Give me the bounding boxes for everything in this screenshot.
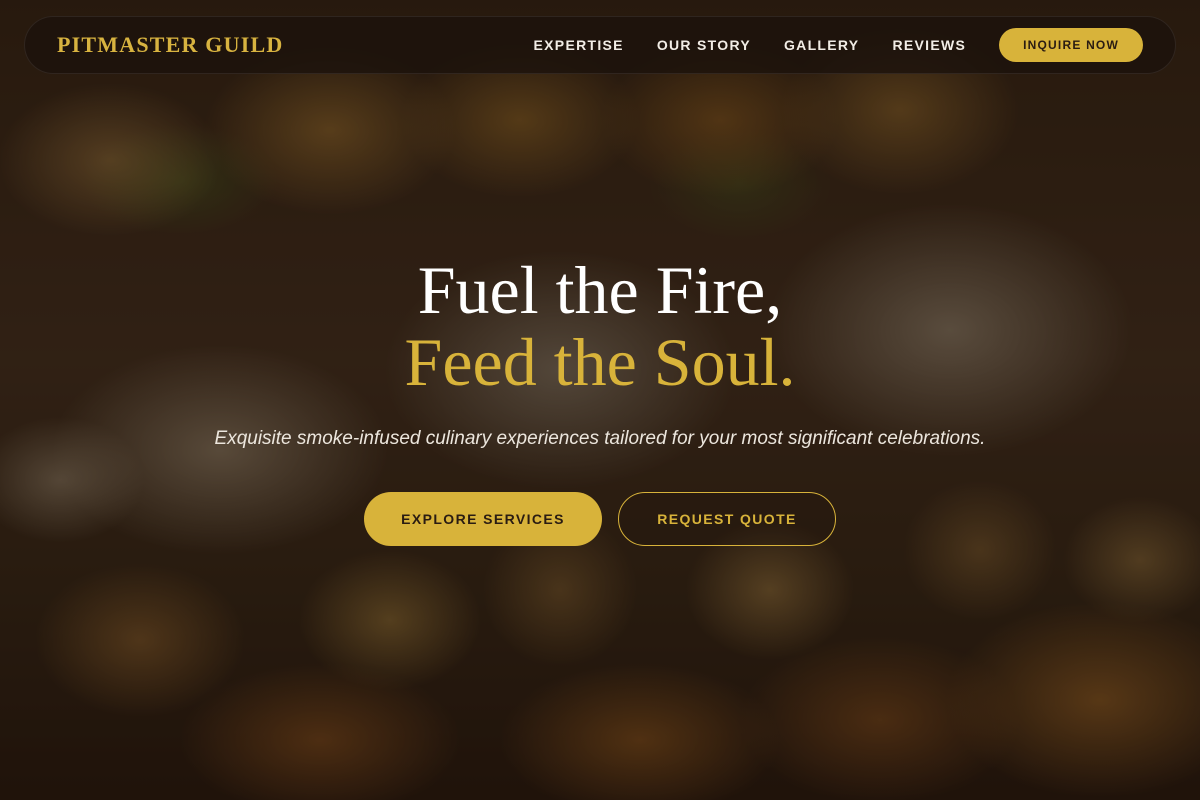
request-quote-button[interactable]: REQUEST QUOTE xyxy=(618,492,836,546)
navbar: PITMASTER GUILD EXPERTISE OUR STORY GALL… xyxy=(24,16,1176,74)
nav-link-reviews[interactable]: REVIEWS xyxy=(892,37,966,53)
hero-title: Fuel the Fire, Feed the Soul. xyxy=(0,254,1200,398)
brand-logo[interactable]: PITMASTER GUILD xyxy=(57,32,283,58)
hero-title-line-1: Fuel the Fire, xyxy=(417,252,783,328)
hero-section: Fuel the Fire, Feed the Soul. Exquisite … xyxy=(0,254,1200,546)
hero-buttons: EXPLORE SERVICES REQUEST QUOTE xyxy=(0,492,1200,546)
nav-link-gallery[interactable]: GALLERY xyxy=(784,37,859,53)
hero-subtitle: Exquisite smoke-infused culinary experie… xyxy=(214,428,986,449)
nav-link-our-story[interactable]: OUR STORY xyxy=(657,37,751,53)
nav-link-expertise[interactable]: EXPERTISE xyxy=(534,37,624,53)
explore-services-button[interactable]: EXPLORE SERVICES xyxy=(364,492,602,546)
hero-title-line-2: Feed the Soul. xyxy=(404,324,796,400)
nav-links: EXPERTISE OUR STORY GALLERY REVIEWS INQU… xyxy=(534,28,1143,62)
inquire-now-button[interactable]: INQUIRE NOW xyxy=(999,28,1143,62)
